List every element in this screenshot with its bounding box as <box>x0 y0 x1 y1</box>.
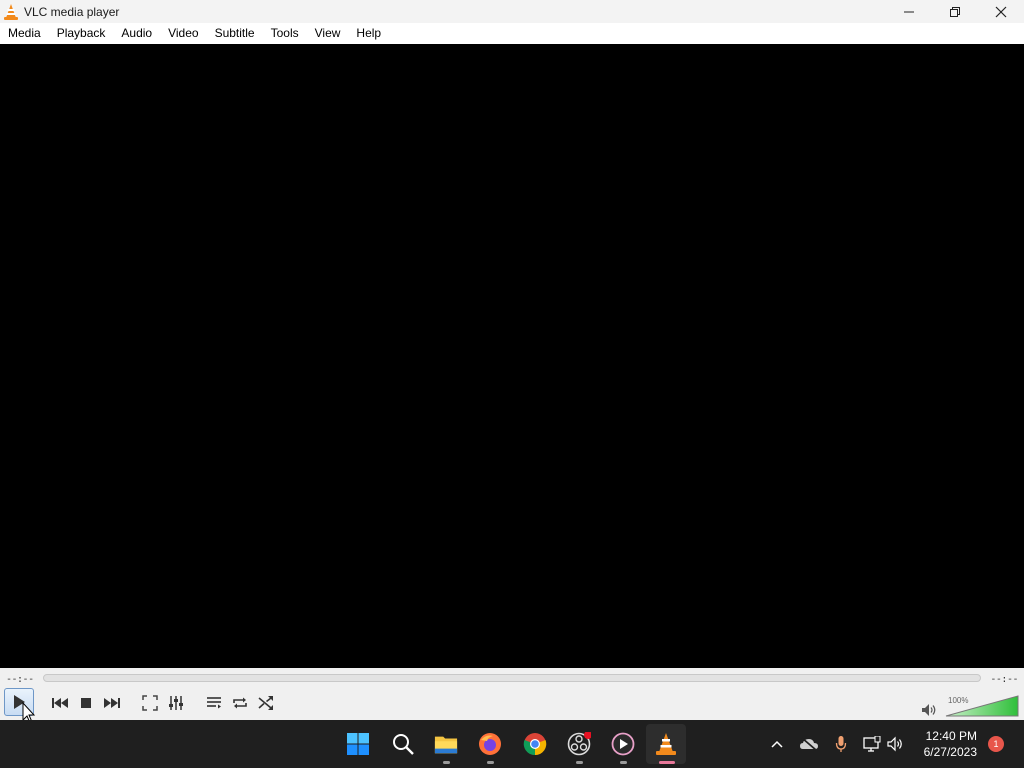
media-player-running-indicator <box>620 761 627 764</box>
previous-button[interactable] <box>49 691 71 715</box>
file-explorer-icon[interactable] <box>434 732 458 756</box>
obs-running-indicator <box>576 761 583 764</box>
minimize-button[interactable] <box>886 0 932 23</box>
stop-icon <box>81 698 91 708</box>
onedrive-icon[interactable] <box>799 734 819 754</box>
video-display[interactable] <box>0 44 1024 668</box>
total-time: --:-- <box>990 674 1018 685</box>
volume-level-fill <box>945 695 1019 717</box>
media-player-icon[interactable] <box>611 732 635 756</box>
clock-date: 6/27/2023 <box>923 745 977 759</box>
system-clock[interactable]: 12:40 PM 6/27/2023 <box>924 728 977 760</box>
speaker-mute-toggle-icon[interactable] <box>921 703 937 720</box>
vlc-icon[interactable] <box>654 732 678 756</box>
minimize-icon <box>904 11 914 12</box>
next-button[interactable] <box>101 691 123 715</box>
extended-settings-icon <box>169 696 183 710</box>
playlist-button[interactable] <box>203 691 225 715</box>
previous-icon <box>52 698 68 708</box>
stop-button[interactable] <box>76 691 96 715</box>
menu-audio[interactable]: Audio <box>113 23 160 44</box>
taskbar: 12:40 PM 6/27/2023 <box>0 720 1024 768</box>
vlc-active-indicator <box>659 761 675 764</box>
menu-video[interactable]: Video <box>160 23 206 44</box>
volume-slider[interactable] <box>945 695 1019 717</box>
fullscreen-button[interactable] <box>139 691 161 715</box>
playlist-icon <box>207 697 221 709</box>
menu-subtitle[interactable]: Subtitle <box>207 23 263 44</box>
seek-bar[interactable] <box>43 674 981 682</box>
vlc-cone-icon <box>4 3 18 20</box>
windows-start-icon[interactable] <box>346 732 370 756</box>
shuffle-button[interactable] <box>255 691 277 715</box>
maximize-button[interactable] <box>932 0 978 23</box>
loop-button[interactable] <box>229 691 251 715</box>
shuffle-icon <box>258 696 273 710</box>
chrome-icon[interactable] <box>523 732 547 756</box>
network-icon[interactable] <box>862 734 882 754</box>
menu-help[interactable]: Help <box>348 23 389 44</box>
microphone-icon[interactable] <box>831 734 851 754</box>
loop-icon <box>233 697 247 709</box>
chevron-up-icon[interactable] <box>767 734 787 754</box>
menu-playback[interactable]: Playback <box>49 23 114 44</box>
maximize-icon <box>950 6 960 17</box>
speaker-icon[interactable] <box>886 734 906 754</box>
notification-badge[interactable]: 1 <box>988 736 1004 752</box>
elapsed-time: --:-- <box>6 674 34 685</box>
menu-media[interactable]: Media <box>0 23 49 44</box>
fullscreen-icon <box>142 695 158 711</box>
close-icon <box>995 6 1007 17</box>
obs-icon[interactable] <box>567 732 591 756</box>
clock-time: 12:40 PM <box>925 729 977 743</box>
window-title: VLC media player <box>24 4 120 19</box>
player-controls: --:-- --:-- 100% <box>0 668 1024 720</box>
next-icon <box>104 698 120 708</box>
menu-view[interactable]: View <box>307 23 349 44</box>
close-button[interactable] <box>978 0 1024 23</box>
file-explorer-running-indicator <box>443 761 450 764</box>
title-bar: VLC media player <box>0 0 1024 23</box>
search-icon[interactable] <box>391 732 415 756</box>
menu-tools[interactable]: Tools <box>263 23 307 44</box>
firefox-icon[interactable] <box>478 732 502 756</box>
extended-settings-button[interactable] <box>165 691 187 715</box>
menu-bar: Media Playback Audio Video Subtitle Tool… <box>0 23 1024 44</box>
firefox-running-indicator <box>487 761 494 764</box>
